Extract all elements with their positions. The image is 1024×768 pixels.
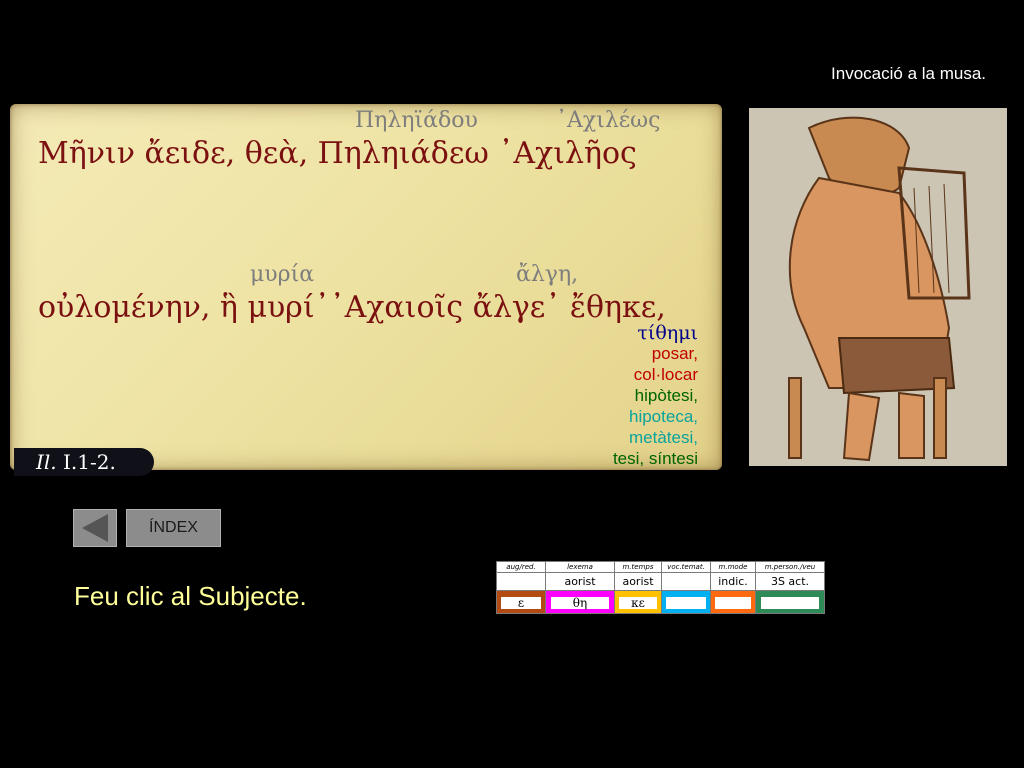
triangle-left-icon xyxy=(82,514,108,542)
instruction-prompt: Feu clic al Subjecte. xyxy=(74,581,307,611)
chip-augment[interactable]: ε xyxy=(496,590,546,614)
col-header-lexeme: lexema xyxy=(545,561,615,573)
lyre-player-image xyxy=(749,108,1007,466)
derived-word: col·locar xyxy=(633,365,698,384)
col-header-person-voice: m.person./veu xyxy=(755,561,825,573)
chip-thematic-vowel[interactable] xyxy=(661,590,711,614)
greek-line-2[interactable]: οὐλομένην, ἣ μυρί᾿᾿Αχαιοῖς ἄλγε᾿ ἔθηκε, xyxy=(38,290,666,325)
gloss-peleiadou: Πηληϊάδου xyxy=(355,108,478,133)
chip-person-voice[interactable] xyxy=(755,590,825,614)
derived-word: metàtesi, xyxy=(629,428,698,447)
cell-augment xyxy=(496,572,546,591)
col-header-mood: m.mode xyxy=(710,561,756,573)
cell-thematic-vowel xyxy=(661,572,711,591)
cell-mood: indic. xyxy=(710,572,756,591)
slide-title: Invocació a la musa. xyxy=(831,64,986,83)
derived-word: tesi, síntesi xyxy=(612,449,698,468)
greek-line-1[interactable]: Μῆνιν ἄειδε, θεὰ, Πηληιάδεω ᾿Αχιλῆος xyxy=(38,136,637,171)
col-header-augment: aug/red. xyxy=(496,561,546,573)
back-button[interactable] xyxy=(73,509,117,547)
cell-lexeme: aorist xyxy=(545,572,615,591)
chip-mood[interactable] xyxy=(710,590,756,614)
derived-word: posar, xyxy=(651,344,698,363)
cell-tense: aorist xyxy=(614,572,662,591)
lyre-player-illustration xyxy=(749,108,1007,466)
derived-words-list: posar, col·locar hipòtesi, hipoteca, met… xyxy=(613,343,698,469)
gloss-myria: μυρία xyxy=(250,262,315,287)
chip-lexeme[interactable]: θη xyxy=(545,590,615,614)
col-header-thematic-vowel: voc.temat. xyxy=(661,561,711,573)
col-header-tense: m.temps xyxy=(614,561,662,573)
derived-word: hipòtesi, xyxy=(634,386,698,405)
gloss-achilleos: ᾿Αχιλέως xyxy=(556,108,661,133)
citation-location: I.1-2. xyxy=(63,450,116,474)
lemma-tithemi: τίθημι xyxy=(637,322,698,344)
citation-work: Il. xyxy=(36,450,57,474)
morphology-table: aug/red. lexema m.temps voc.temat. m.mod… xyxy=(496,561,825,614)
citation-reference: Il. I.1-2. xyxy=(14,448,154,476)
chip-tense[interactable]: κε xyxy=(614,590,662,614)
gloss-alge: ἄλγη, xyxy=(516,262,579,287)
cell-person-voice: 3S act. xyxy=(755,572,825,591)
derived-word: hipoteca, xyxy=(629,407,698,426)
index-button[interactable]: ÍNDEX xyxy=(126,509,221,547)
